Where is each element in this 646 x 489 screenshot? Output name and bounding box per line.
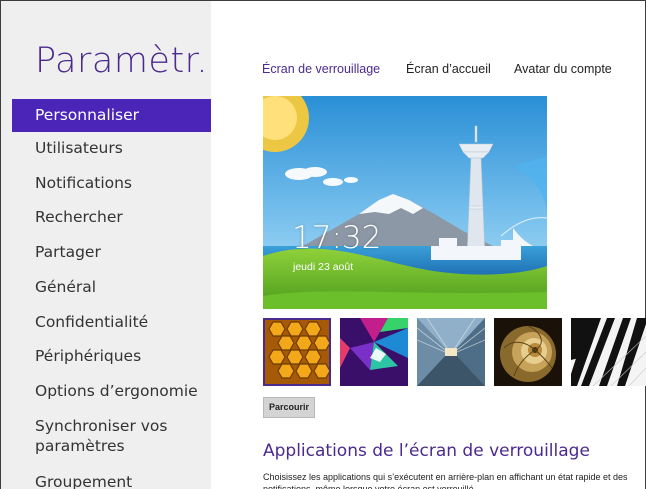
- sidebar-item-ergonomie[interactable]: Options d’ergonomie: [12, 381, 211, 401]
- nautilus-image: [494, 318, 562, 386]
- thumbnail-nautilus[interactable]: [494, 318, 562, 386]
- main-panel: Écran de verrouillage Écran d’accueil Av…: [212, 0, 646, 489]
- sidebar: Paramètr... Personnaliser Utilisateurs N…: [1, 1, 211, 489]
- tab-avatar-compte[interactable]: Avatar du compte: [514, 62, 612, 76]
- browse-button[interactable]: Parcourir: [263, 397, 316, 418]
- thumbnail-piano[interactable]: [571, 318, 646, 386]
- lock-screen-preview: 17:32 jeudi 23 août: [263, 96, 547, 309]
- sidebar-item-notifications[interactable]: Notifications: [12, 173, 211, 193]
- honeycomb-image: [265, 320, 329, 384]
- sidebar-item-rechercher[interactable]: Rechercher: [12, 207, 211, 227]
- sidebar-item-synchroniser-line2: paramètres: [35, 437, 125, 455]
- tab-ecran-accueil[interactable]: Écran d’accueil: [406, 62, 491, 76]
- tab-ecran-verrouillage[interactable]: Écran de verrouillage: [262, 62, 380, 76]
- sidebar-title: Paramètr...: [35, 41, 211, 81]
- lock-screen-image: [263, 96, 547, 309]
- sidebar-item-synchroniser[interactable]: Synchroniser vos paramètres: [12, 416, 211, 456]
- thumbnail-honeycomb[interactable]: [263, 318, 331, 386]
- sidebar-item-peripheriques[interactable]: Périphériques: [12, 346, 211, 366]
- apps-section-description: Choisissez les applications qui s’exécut…: [263, 472, 628, 489]
- tunnel-image: [417, 318, 485, 386]
- thumbnail-colorful-geometric[interactable]: [340, 318, 408, 386]
- geometric-image: [340, 318, 408, 386]
- piano-image: [571, 318, 646, 386]
- lock-time: 17:32: [292, 220, 382, 256]
- sidebar-item-partager[interactable]: Partager: [12, 242, 211, 262]
- sidebar-item-groupement[interactable]: Groupement: [12, 472, 211, 489]
- lock-date: jeudi 23 août: [293, 261, 354, 273]
- sidebar-item-personnaliser[interactable]: Personnaliser: [12, 99, 211, 132]
- sidebar-item-confidentialite[interactable]: Confidentialité: [12, 312, 211, 332]
- sidebar-item-general[interactable]: Général: [12, 277, 211, 297]
- thumbnail-tunnel[interactable]: [417, 318, 485, 386]
- sidebar-item-synchroniser-line1: Synchroniser vos: [35, 417, 168, 435]
- sidebar-item-utilisateurs[interactable]: Utilisateurs: [12, 138, 211, 158]
- apps-section-heading: Applications de l’écran de verrouillage: [263, 441, 590, 461]
